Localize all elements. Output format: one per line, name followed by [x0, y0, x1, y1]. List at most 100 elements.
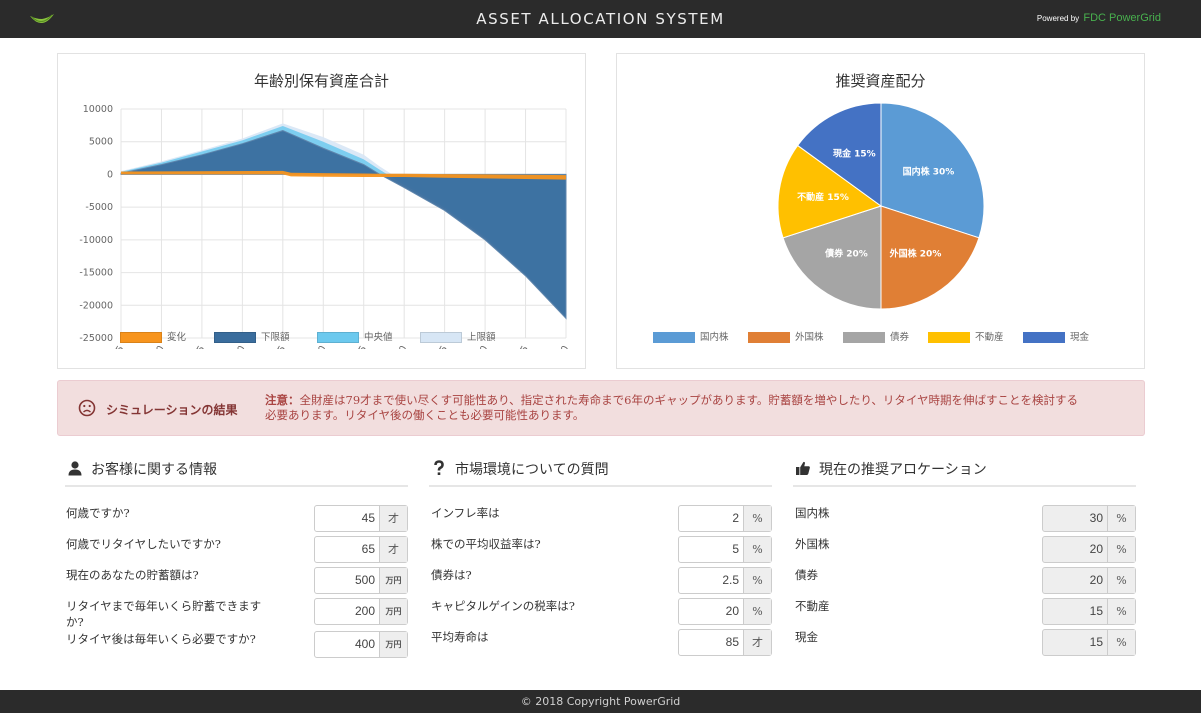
area-legend-label: 中央値: [364, 332, 393, 343]
alloc-domestic-value: 30: [1089, 511, 1103, 525]
powered-by-label: Powered by: [1036, 14, 1080, 23]
savings-value[interactable]: 500: [315, 568, 375, 593]
savings-unit: 万円: [379, 568, 407, 593]
simulation-result-alert: シミュレーションの結果 注意：全財産は79才まで使い尽くす可能性あり、指定された…: [57, 380, 1145, 436]
alloc-domestic-label: 国内株: [795, 506, 830, 520]
area-y-tick-label: 5000: [89, 137, 113, 148]
alloc-bond-field: 20 %: [1042, 567, 1136, 594]
savings-label: 現在のあなたの貯蓄額は?: [66, 568, 199, 582]
bond-return-value[interactable]: 2.5: [679, 568, 739, 593]
alloc-bond-value: 20: [1089, 573, 1103, 587]
alloc-cash-label: 現金: [795, 630, 818, 644]
savings-input[interactable]: 500 万円: [314, 567, 408, 594]
retire-age-label: 何歳でリタイヤしたいですか?: [66, 537, 221, 551]
thumbs-up-icon: [796, 461, 810, 475]
alert-heading: シミュレーションの結果: [106, 403, 238, 417]
annual-saving-input[interactable]: 200 万円: [314, 598, 408, 625]
area-y-tick-label: -20000: [79, 300, 113, 311]
area-legend-swatch: [317, 332, 359, 343]
alloc-bond-label: 債券: [795, 568, 818, 582]
alloc-cash-field: 15 %: [1042, 629, 1136, 656]
alloc-realestate-value: 15: [1089, 604, 1103, 618]
alloc-foreign-label: 外国株: [795, 537, 830, 551]
area-legend-swatch: [420, 332, 462, 343]
retire-age-input[interactable]: 65 才: [314, 536, 408, 563]
alert-prefix: 注意：: [265, 393, 300, 407]
area-series-1: [120, 130, 567, 320]
bond-return-label: 債券は?: [431, 568, 472, 582]
pie-legend-swatch: [928, 332, 970, 343]
area-legend-label: 下限額: [261, 332, 290, 343]
alloc-cash-value: 15: [1089, 635, 1103, 649]
customer-info-title: お客様に関する情報: [91, 462, 217, 478]
user-icon: [68, 461, 82, 476]
stock-return-value[interactable]: 5: [679, 537, 739, 562]
area-chart-title: 年齢別保有資産合計: [253, 72, 389, 90]
footer-copyright: © 2018 Copyright PowerGrid: [0, 690, 1201, 713]
alert-message: 注意：全財産は79才まで使い尽くす可能性あり、指定された寿命まで6年のギャップが…: [265, 393, 1125, 423]
pie-legend-label: 現金: [1070, 332, 1090, 343]
area-y-tick-label: -10000: [79, 235, 113, 246]
stock-return-input[interactable]: 5 %: [678, 536, 772, 563]
annual-saving-label-line1: リタイヤまで毎年いくら貯蓄できます: [66, 599, 262, 613]
powered-by-brand[interactable]: FDC PowerGrid: [1083, 12, 1161, 24]
alert-line-2: 必要あります。リタイヤ後の働くことも必要可能性あります。: [265, 408, 585, 422]
age-assets-chart-panel: 年齢別保有資産合計 10000 5000 0 -5000 -10000 -15000 -20…: [57, 53, 586, 369]
allocation-pie-panel: 推奨資産配分 国内株 30% 外国株 20% 債券 20% 不動産 15% 現金 15%…: [616, 53, 1145, 369]
inflation-label: インフレ率は: [431, 506, 500, 520]
pie-legend-label: 債券: [890, 332, 910, 343]
alloc-bond-unit: %: [1107, 568, 1135, 593]
alloc-domestic-unit: %: [1107, 506, 1135, 531]
life-expectancy-value[interactable]: 85: [679, 630, 739, 655]
question-icon: [434, 460, 444, 475]
pie-chart: 国内株 30% 外国株 20% 債券 20% 不動産 15% 現金 15%: [777, 102, 985, 310]
area-y-tick-label: -15000: [79, 268, 113, 279]
life-expectancy-input[interactable]: 85 才: [678, 629, 772, 656]
bond-return-input[interactable]: 2.5 %: [678, 567, 772, 594]
age-input[interactable]: 45 才: [314, 505, 408, 532]
alloc-realestate-field: 15 %: [1042, 598, 1136, 625]
life-expectancy-unit: 才: [743, 630, 771, 655]
pie-legend-swatch: [748, 332, 790, 343]
area-chart: 1000050000-5000-10000-15000-20000-250004…: [79, 104, 571, 349]
age-value[interactable]: 45: [315, 506, 375, 531]
post-retire-need-label: リタイヤ後は毎年いくら必要ですか?: [66, 632, 256, 646]
area-legend-label: 上限額: [467, 332, 496, 343]
pie-legend-label: 外国株: [795, 332, 824, 343]
stock-return-label: 株での平均収益率は?: [431, 537, 541, 551]
app-title: ASSET ALLOCATION SYSTEM: [476, 10, 725, 28]
post-retire-need-value[interactable]: 400: [315, 632, 375, 657]
annual-saving-value[interactable]: 200: [315, 599, 375, 624]
inflation-input[interactable]: 2 %: [678, 505, 772, 532]
pie-slice-label: 現金 15%: [833, 148, 876, 160]
top-navbar: ASSET ALLOCATION SYSTEM Powered by FDC P…: [0, 0, 1201, 38]
alloc-realestate-unit: %: [1107, 599, 1135, 624]
inflation-value[interactable]: 2: [679, 506, 739, 531]
area-legend-label: 変化: [167, 332, 187, 343]
capital-gain-tax-value[interactable]: 20: [679, 599, 739, 624]
recommended-allocation-title: 現在の推奨アロケーション: [819, 462, 987, 478]
retire-age-unit: 才: [379, 537, 407, 562]
annual-saving-label: リタイヤまで毎年いくら貯蓄できます か?: [66, 598, 261, 630]
alert-line-1: 全財産は79才まで使い尽くす可能性あり、指定された寿命まで6年のギャップがありま…: [299, 393, 1079, 407]
area-y-tick-label: 10000: [83, 104, 113, 115]
capital-gain-tax-unit: %: [743, 599, 771, 624]
capital-gain-tax-input[interactable]: 20 %: [678, 598, 772, 625]
pie-legend-swatch: [653, 332, 695, 343]
area-legend-swatch: [214, 332, 256, 343]
pie-slice-label: 不動産 15%: [797, 191, 849, 203]
capital-gain-tax-label: キャピタルゲインの税率は?: [431, 599, 575, 613]
area-legend-swatch: [120, 332, 162, 343]
stock-return-unit: %: [743, 537, 771, 562]
alloc-domestic-field: 30 %: [1042, 505, 1136, 532]
pie-legend-label: 国内株: [700, 332, 729, 343]
area-y-tick-label: -5000: [85, 202, 113, 213]
pie-legend-swatch: [1023, 332, 1065, 343]
post-retire-need-input[interactable]: 400 万円: [314, 631, 408, 658]
retire-age-value[interactable]: 65: [315, 537, 375, 562]
pie-legend-swatch: [843, 332, 885, 343]
area-chart-legend: 変化 下限額 中央値 上限額: [58, 331, 585, 345]
alloc-foreign-unit: %: [1107, 537, 1135, 562]
age-label: 何歳ですか?: [66, 506, 130, 520]
annual-saving-label-line2: か?: [66, 615, 84, 629]
